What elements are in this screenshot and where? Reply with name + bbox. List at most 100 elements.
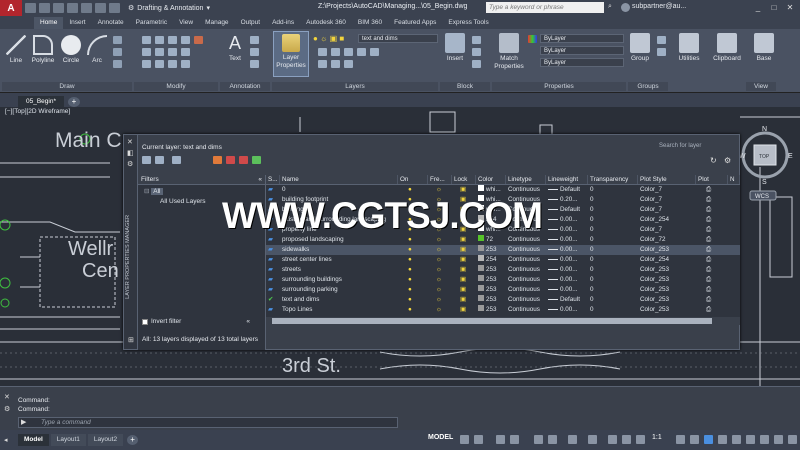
collapse-icon[interactable]: «	[258, 175, 262, 185]
palette-properties-icon[interactable]: ⚙	[127, 160, 133, 168]
lock-icon[interactable]: ▣	[452, 245, 476, 255]
linetype-combo[interactable]: ByLayer	[540, 46, 624, 55]
on-bulb-icon[interactable]: ●	[398, 245, 428, 255]
plot-printer-icon[interactable]: ⎙	[696, 275, 728, 285]
help-search-input[interactable]: Type a keyword or phrase	[486, 2, 604, 13]
lock-ui-icon[interactable]	[732, 435, 741, 444]
text-button[interactable]: A Text	[224, 33, 246, 62]
save-icon[interactable]	[53, 3, 64, 13]
layer-row[interactable]: ▰ surrounding buildings ● ☼ ▣ 253 Continuous 0.…	[266, 275, 740, 285]
snap-icon[interactable]	[474, 435, 483, 444]
lock-icon[interactable]: ▣	[452, 185, 476, 195]
insert-button[interactable]: Insert	[443, 33, 467, 62]
ribbon-tab-add-ins[interactable]: Add-ins	[266, 17, 300, 29]
plot-printer-icon[interactable]: ⎙	[696, 245, 728, 255]
pencil-icon[interactable]	[194, 36, 203, 44]
layer-transparency[interactable]: 0	[588, 195, 638, 205]
column-header[interactable]: Plot Style	[638, 175, 696, 184]
layer-transparency[interactable]: 0	[588, 265, 638, 275]
layer-status-icon[interactable]: ▰	[266, 185, 280, 195]
invert-filter-checkbox[interactable]	[142, 318, 148, 325]
layout-tab-layout2[interactable]: Layout2	[87, 434, 124, 446]
layer-row[interactable]: ▰ streets ● ☼ ▣ 253 Continuous 0.00... 0 Color_25…	[266, 265, 740, 275]
horizontal-scrollbar[interactable]	[266, 317, 740, 325]
layer-lineweight[interactable]: 0.00...	[546, 275, 588, 285]
new-filter-icon[interactable]	[142, 156, 151, 164]
layer-status-icon[interactable]: ▰	[266, 305, 280, 315]
layer-color[interactable]: 253	[476, 245, 506, 255]
trim-icon[interactable]	[168, 36, 177, 44]
layer-lineweight[interactable]: 0.00...	[546, 245, 588, 255]
scrollbar-thumb[interactable]	[272, 318, 712, 324]
erase-icon[interactable]	[181, 36, 190, 44]
copy-icon[interactable]	[142, 48, 151, 56]
panel-label-annotation[interactable]: Annotation	[220, 82, 270, 91]
layer-properties-button[interactable]: Layer Properties	[273, 31, 309, 77]
application-menu-button[interactable]: A	[0, 0, 22, 16]
layer-color[interactable]: 253	[476, 295, 506, 305]
redo-icon[interactable]	[109, 3, 120, 13]
layer-row[interactable]: ▰ street center lines ● ☼ ▣ 254 Continuous 0.00…	[266, 255, 740, 265]
column-header[interactable]: Linetype	[506, 175, 546, 184]
column-header[interactable]: Fre...	[428, 175, 452, 184]
column-header[interactable]: N	[728, 175, 740, 184]
column-header[interactable]: S...	[266, 175, 280, 184]
utilities-button[interactable]: Utilities	[675, 33, 703, 62]
ribbon-tab-featured-apps[interactable]: Featured Apps	[388, 17, 442, 29]
layer-linetype[interactable]: Continuous	[506, 295, 546, 305]
panel-label-block[interactable]: Block	[440, 82, 490, 91]
maximize-button[interactable]: □	[768, 2, 780, 13]
layer-name[interactable]: streets	[280, 265, 398, 275]
group-button[interactable]: Group	[628, 33, 652, 62]
layer-lineweight[interactable]: 0.00...	[546, 215, 588, 225]
panel-label-modify[interactable]: Modify	[134, 82, 218, 91]
auto-hide-icon[interactable]: ◧	[127, 149, 134, 157]
panel-label-view[interactable]: View	[746, 82, 776, 91]
plot-printer-icon[interactable]: ⎙	[696, 305, 728, 315]
layer-lineweight[interactable]: 0.00...	[546, 285, 588, 295]
layer-color[interactable]: 254	[476, 255, 506, 265]
clipboard-button[interactable]: Clipboard	[708, 33, 746, 62]
lock-icon[interactable]: ▣	[452, 255, 476, 265]
create-block-icon[interactable]	[472, 36, 481, 44]
column-header[interactable]: Name	[280, 175, 398, 184]
settings-icon[interactable]: ⚙	[724, 156, 731, 165]
polar-icon[interactable]	[510, 435, 519, 444]
document-tab[interactable]: 05_Begin*	[18, 96, 64, 107]
column-header[interactable]: Lineweight	[546, 175, 588, 184]
plot-printer-icon[interactable]: ⎙	[696, 185, 728, 195]
explode-icon[interactable]	[181, 48, 190, 56]
polyline-button[interactable]: Polyline	[28, 35, 58, 64]
command-settings-icon[interactable]: ⚙	[4, 405, 10, 413]
plot-printer-icon[interactable]: ⎙	[696, 225, 728, 235]
set-current-icon[interactable]	[252, 156, 261, 164]
layer-state-icon[interactable]	[318, 48, 327, 56]
layer-search-input[interactable]: Search for layer	[659, 141, 734, 151]
current-layer-check-icon[interactable]: ✔	[266, 295, 280, 305]
layer-lineweight[interactable]: 0.20...	[546, 195, 588, 205]
layer-status-icon[interactable]: ▰	[266, 265, 280, 275]
layer-color[interactable]: 253	[476, 265, 506, 275]
layer-name[interactable]: street center lines	[280, 255, 398, 265]
freeze-sun-icon[interactable]: ☼	[428, 265, 452, 275]
layer-lineweight[interactable]: 0.00...	[546, 265, 588, 275]
hatch-icon[interactable]	[113, 48, 122, 56]
workspace-selector[interactable]: ⚙ Drafting & Annotation ▾	[128, 4, 210, 13]
view-cube-west[interactable]: W	[739, 153, 746, 160]
annotation-visibility-icon[interactable]	[608, 435, 617, 444]
layer-lineweight[interactable]: Default	[546, 205, 588, 215]
customize-icon[interactable]	[788, 435, 797, 444]
layer-name[interactable]: surrounding buildings	[280, 275, 398, 285]
layer-row[interactable]: ▰ sidewalks ● ☼ ▣ 253 Continuous 0.00... 0 Color_…	[266, 245, 740, 255]
edit-block-icon[interactable]	[472, 48, 481, 56]
ribbon-tab-annotate[interactable]: Annotate	[92, 17, 130, 29]
column-header[interactable]: On	[398, 175, 428, 184]
layer-color[interactable]: 253	[476, 275, 506, 285]
circle-button[interactable]: Circle	[60, 35, 82, 64]
ortho-icon[interactable]	[496, 435, 505, 444]
on-bulb-icon[interactable]: ●	[398, 295, 428, 305]
user-account[interactable]: subpartner@au...	[632, 3, 686, 10]
ribbon-tab-home[interactable]: Home	[34, 17, 64, 29]
freeze-sun-icon[interactable]: ☼	[428, 305, 452, 315]
layer-states-icon[interactable]	[172, 156, 181, 164]
